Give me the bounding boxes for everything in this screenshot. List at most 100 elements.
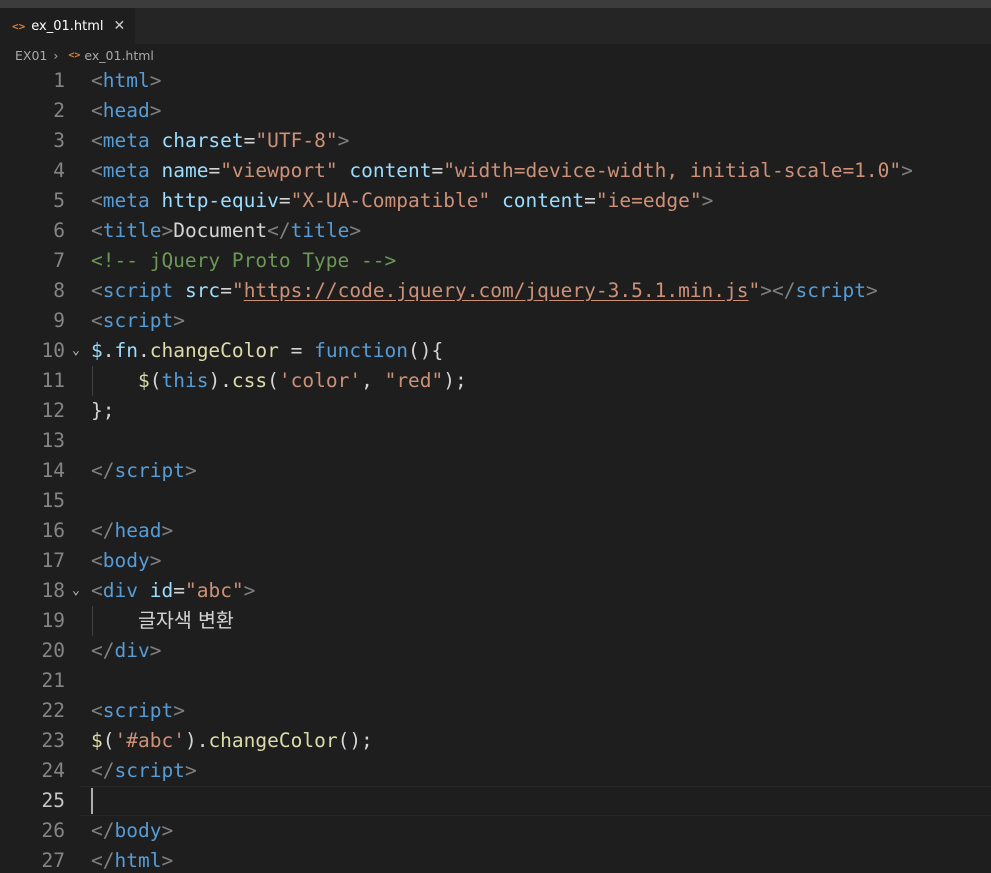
code-token: name xyxy=(161,159,209,182)
line-number: 20 xyxy=(41,639,65,662)
code-line[interactable]: 23 $('#abc').changeColor(); xyxy=(0,726,991,756)
code-token: < xyxy=(91,69,103,92)
code-line[interactable]: 21 xyxy=(0,666,991,696)
code-token: "X-UA-Compatible" xyxy=(290,189,491,212)
code-token: html xyxy=(114,849,162,872)
code-line[interactable]: 2 <head> xyxy=(0,96,991,126)
code-token: changeColor xyxy=(149,339,279,362)
code-line[interactable]: 3 <meta charset="UTF-8"> xyxy=(0,126,991,156)
close-icon[interactable]: ✕ xyxy=(114,18,126,34)
code-line[interactable]: 12}; xyxy=(0,396,991,426)
code-token: < xyxy=(91,99,103,122)
tab-ex-01-html[interactable]: <> ex_01.html ✕ xyxy=(0,8,136,44)
code-token: "UTF-8" xyxy=(255,129,338,152)
code-token: (); xyxy=(337,729,373,752)
code-line[interactable]: 24 </script> xyxy=(0,756,991,786)
line-number: 11 xyxy=(41,369,65,392)
code-token: script xyxy=(102,309,174,332)
code-token: this xyxy=(161,369,209,392)
code-token: = xyxy=(220,279,232,302)
code-token: < xyxy=(91,129,103,152)
code-token: $ xyxy=(91,339,103,362)
code-line[interactable]: 20 </div> xyxy=(0,636,991,666)
code-token: > xyxy=(161,219,174,242)
fold-chevron-icon[interactable]: ⌄ xyxy=(72,576,80,606)
line-number: 17 xyxy=(41,549,65,572)
code-token: < xyxy=(91,549,103,572)
code-line[interactable]: 13 xyxy=(0,426,991,456)
code-line[interactable]: 5 <meta http-equiv="X-UA-Compatible" cont… xyxy=(0,186,991,216)
code-line[interactable]: 16 </head> xyxy=(0,516,991,546)
code-text: <body> xyxy=(91,546,161,576)
code-line[interactable]: 17 <body> xyxy=(0,546,991,576)
code-token: script xyxy=(102,279,174,302)
code-token: < xyxy=(91,159,103,182)
code-text: </script> xyxy=(91,756,197,786)
code-token: < xyxy=(91,189,103,212)
code-token: </ xyxy=(91,519,115,542)
code-line[interactable]: 7 <!-- jQuery Proto Type --> xyxy=(0,246,991,276)
code-token: > xyxy=(184,459,197,482)
code-token: "ie=edge" xyxy=(595,189,702,212)
line-number: 15 xyxy=(41,489,65,512)
code-line[interactable]: 27 </html> xyxy=(0,846,991,873)
line-number: 18 xyxy=(41,579,65,602)
code-token: fn xyxy=(114,339,138,362)
code-token: "red" xyxy=(384,369,444,392)
breadcrumb-folder[interactable]: EX01 xyxy=(15,48,47,63)
code-token: 'color' xyxy=(278,369,362,392)
code-line[interactable]: 11 $(this).css('color', "red"); xyxy=(0,366,991,396)
code-token: '#abc' xyxy=(114,729,185,752)
code-token: ( xyxy=(149,369,162,392)
line-number: 6 xyxy=(53,219,65,242)
code-token: </ xyxy=(91,849,115,872)
code-line[interactable]: 25 xyxy=(0,786,991,816)
code-token: body xyxy=(102,549,150,572)
code-line[interactable]: 18 ⌄ <div id="abc"> xyxy=(0,576,991,606)
code-line[interactable]: 22 <script> xyxy=(0,696,991,726)
code-editor[interactable]: 1 <html> 2 <head> 3 <meta charset="UTF-8"> 4 <m… xyxy=(0,66,991,873)
code-line[interactable]: 4 <meta name="viewport" content="width=de… xyxy=(0,156,991,186)
code-text: <html> xyxy=(91,66,161,96)
text-cursor xyxy=(91,788,93,814)
code-line[interactable]: 15 xyxy=(0,486,991,516)
code-token: </ xyxy=(91,759,115,782)
line-number: 14 xyxy=(41,459,65,482)
code-text: }; xyxy=(91,396,114,426)
code-text: <script src="https://code.jquery.com/jqu… xyxy=(91,276,878,306)
code-line[interactable]: 19 글자색 변환 xyxy=(0,606,991,636)
code-line[interactable]: 10 ⌄ $.fn.changeColor = function(){ xyxy=(0,336,991,366)
code-token: = xyxy=(431,159,444,182)
code-text: <script> xyxy=(91,696,185,726)
code-line[interactable]: 26 </body> xyxy=(0,816,991,846)
code-text: <title>Document</title> xyxy=(91,216,361,246)
code-text: $('#abc').changeColor(); xyxy=(91,726,373,756)
code-token: . xyxy=(102,339,115,362)
code-token: </ xyxy=(267,219,291,242)
code-token: ). xyxy=(184,729,209,752)
code-line[interactable]: 1 <html> xyxy=(0,66,991,96)
code-token: script xyxy=(102,699,174,722)
code-token: = xyxy=(173,579,185,602)
line-number: 13 xyxy=(41,429,65,452)
line-number: 25 xyxy=(41,789,65,812)
code-line[interactable]: 9 <script> xyxy=(0,306,991,336)
code-token: " xyxy=(748,279,761,302)
code-text: <head> xyxy=(91,96,161,126)
code-line[interactable]: 14 </script> xyxy=(0,456,991,486)
code-line[interactable]: 8 <script src="https://code.jquery.com/jq… xyxy=(0,276,991,306)
code-token: changeColor xyxy=(208,729,338,752)
code-token: < xyxy=(91,279,103,302)
code-text: <meta charset="UTF-8"> xyxy=(91,126,349,156)
breadcrumb-file[interactable]: ex_01.html xyxy=(84,48,153,63)
code-text: <div id="abc"> xyxy=(91,576,255,606)
code-token: head xyxy=(114,519,162,542)
fold-chevron-icon[interactable]: ⌄ xyxy=(72,336,80,366)
code-token: > xyxy=(701,189,714,212)
title-bar-strip xyxy=(0,0,991,8)
code-token: (){ xyxy=(408,339,444,362)
code-line[interactable]: 6 <title>Document</title> xyxy=(0,216,991,246)
